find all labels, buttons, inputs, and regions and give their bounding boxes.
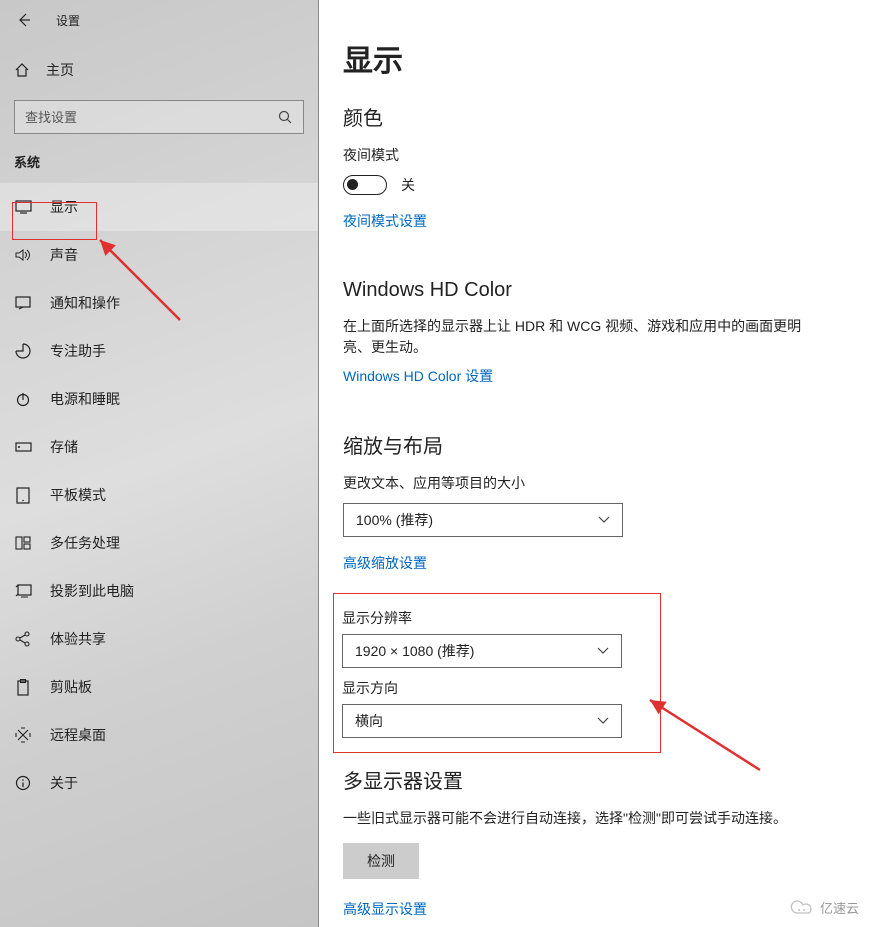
sidebar-item-shared[interactable]: 体验共享 — [0, 615, 318, 663]
text-size-select[interactable]: 100% (推荐) — [343, 503, 623, 537]
resolution-value: 1920 × 1080 (推荐) — [355, 641, 474, 661]
home-label: 主页 — [46, 60, 74, 80]
back-button[interactable] — [12, 8, 36, 32]
sidebar: 设置 主页 系统 显示 声音 — [0, 0, 319, 927]
chevron-down-icon — [598, 516, 610, 524]
adv-scale-link[interactable]: 高级缩放设置 — [343, 553, 427, 573]
sidebar-item-sound[interactable]: 声音 — [0, 231, 318, 279]
sidebar-item-storage[interactable]: 存储 — [0, 423, 318, 471]
sound-icon — [14, 248, 32, 262]
clipboard-icon — [14, 679, 32, 696]
multi-desc: 一些旧式显示器可能不会进行自动连接，选择"检测"即可尝试手动连接。 — [343, 808, 803, 829]
resolution-select[interactable]: 1920 × 1080 (推荐) — [342, 634, 622, 668]
watermark-text: 亿速云 — [820, 898, 859, 917]
main-content: 显示 颜色 夜间模式 关 夜间模式设置 Windows HD Color 在上面… — [319, 0, 869, 927]
detect-button[interactable]: 检测 — [343, 843, 419, 879]
sidebar-item-display[interactable]: 显示 — [0, 183, 318, 231]
storage-icon — [14, 442, 32, 452]
back-arrow-icon — [16, 12, 32, 28]
project-icon — [14, 584, 32, 598]
night-mode-state: 关 — [401, 175, 415, 195]
sidebar-item-remote[interactable]: 远程桌面 — [0, 711, 318, 759]
sidebar-item-label: 体验共享 — [50, 629, 106, 649]
night-mode-label: 夜间模式 — [343, 145, 845, 165]
section-hdcolor: Windows HD Color — [343, 279, 845, 302]
section-color: 颜色 — [343, 102, 845, 131]
sidebar-item-label: 多任务处理 — [50, 533, 120, 553]
hdcolor-settings-link[interactable]: Windows HD Color 设置 — [343, 366, 493, 386]
display-icon — [14, 200, 32, 214]
sidebar-item-label: 远程桌面 — [50, 725, 106, 745]
shared-icon — [14, 631, 32, 647]
sidebar-item-label: 存储 — [50, 437, 78, 457]
sidebar-item-multitask[interactable]: 多任务处理 — [0, 519, 318, 567]
page-title: 显示 — [343, 36, 845, 80]
sidebar-item-label: 通知和操作 — [50, 293, 120, 313]
topbar: 设置 — [0, 0, 318, 40]
search-input[interactable] — [25, 110, 277, 125]
watermark: 亿速云 — [790, 898, 859, 917]
orientation-value: 横向 — [355, 711, 383, 731]
sidebar-item-label: 平板模式 — [50, 485, 106, 505]
adv-display-link[interactable]: 高级显示设置 — [343, 899, 427, 919]
sidebar-item-label: 关于 — [50, 773, 78, 793]
topbar-title: 设置 — [56, 12, 80, 29]
text-size-label: 更改文本、应用等项目的大小 — [343, 473, 845, 493]
night-mode-toggle-row: 关 — [343, 175, 845, 195]
section-scale: 缩放与布局 — [343, 430, 845, 459]
watermark-icon — [790, 899, 816, 917]
resolution-label: 显示分辨率 — [342, 608, 460, 628]
orientation-select[interactable]: 横向 — [342, 704, 622, 738]
search-wrap — [0, 90, 318, 140]
annotation-box-resolution: 显示分辨率 1920 × 1080 (推荐) 显示方向 横向 — [333, 593, 661, 753]
sidebar-item-focus[interactable]: 专注助手 — [0, 327, 318, 375]
text-size-value: 100% (推荐) — [356, 510, 433, 530]
search-icon — [277, 109, 293, 125]
notifications-icon — [14, 296, 32, 310]
remote-icon — [14, 727, 32, 743]
night-mode-settings-link[interactable]: 夜间模式设置 — [343, 211, 427, 231]
multitask-icon — [14, 536, 32, 550]
chevron-down-icon — [597, 717, 609, 725]
night-mode-toggle[interactable] — [343, 175, 387, 195]
home-nav[interactable]: 主页 — [0, 50, 318, 90]
power-icon — [14, 391, 32, 407]
sidebar-item-label: 剪贴板 — [50, 677, 92, 697]
sidebar-item-label: 电源和睡眠 — [50, 389, 120, 409]
sidebar-item-about[interactable]: 关于 — [0, 759, 318, 807]
nav-list: 显示 声音 通知和操作 专注助手 电源和睡眠 存储 — [0, 183, 318, 807]
sidebar-item-label: 显示 — [50, 197, 78, 217]
sidebar-item-tablet[interactable]: 平板模式 — [0, 471, 318, 519]
search-box[interactable] — [14, 100, 304, 134]
sidebar-item-label: 专注助手 — [50, 341, 106, 361]
tablet-icon — [14, 487, 32, 504]
about-icon — [14, 775, 32, 791]
focus-icon — [14, 343, 32, 359]
orientation-label: 显示方向 — [342, 678, 460, 698]
category-label: 系统 — [0, 140, 318, 177]
hdcolor-desc: 在上面所选择的显示器上让 HDR 和 WCG 视频、游戏和应用中的画面更明亮、更… — [343, 316, 803, 358]
sidebar-item-notifications[interactable]: 通知和操作 — [0, 279, 318, 327]
sidebar-item-label: 声音 — [50, 245, 78, 265]
chevron-down-icon — [597, 647, 609, 655]
sidebar-item-power[interactable]: 电源和睡眠 — [0, 375, 318, 423]
home-icon — [14, 62, 30, 78]
section-multi: 多显示器设置 — [343, 765, 845, 794]
sidebar-item-label: 投影到此电脑 — [50, 581, 134, 601]
sidebar-item-project[interactable]: 投影到此电脑 — [0, 567, 318, 615]
sidebar-item-clipboard[interactable]: 剪贴板 — [0, 663, 318, 711]
